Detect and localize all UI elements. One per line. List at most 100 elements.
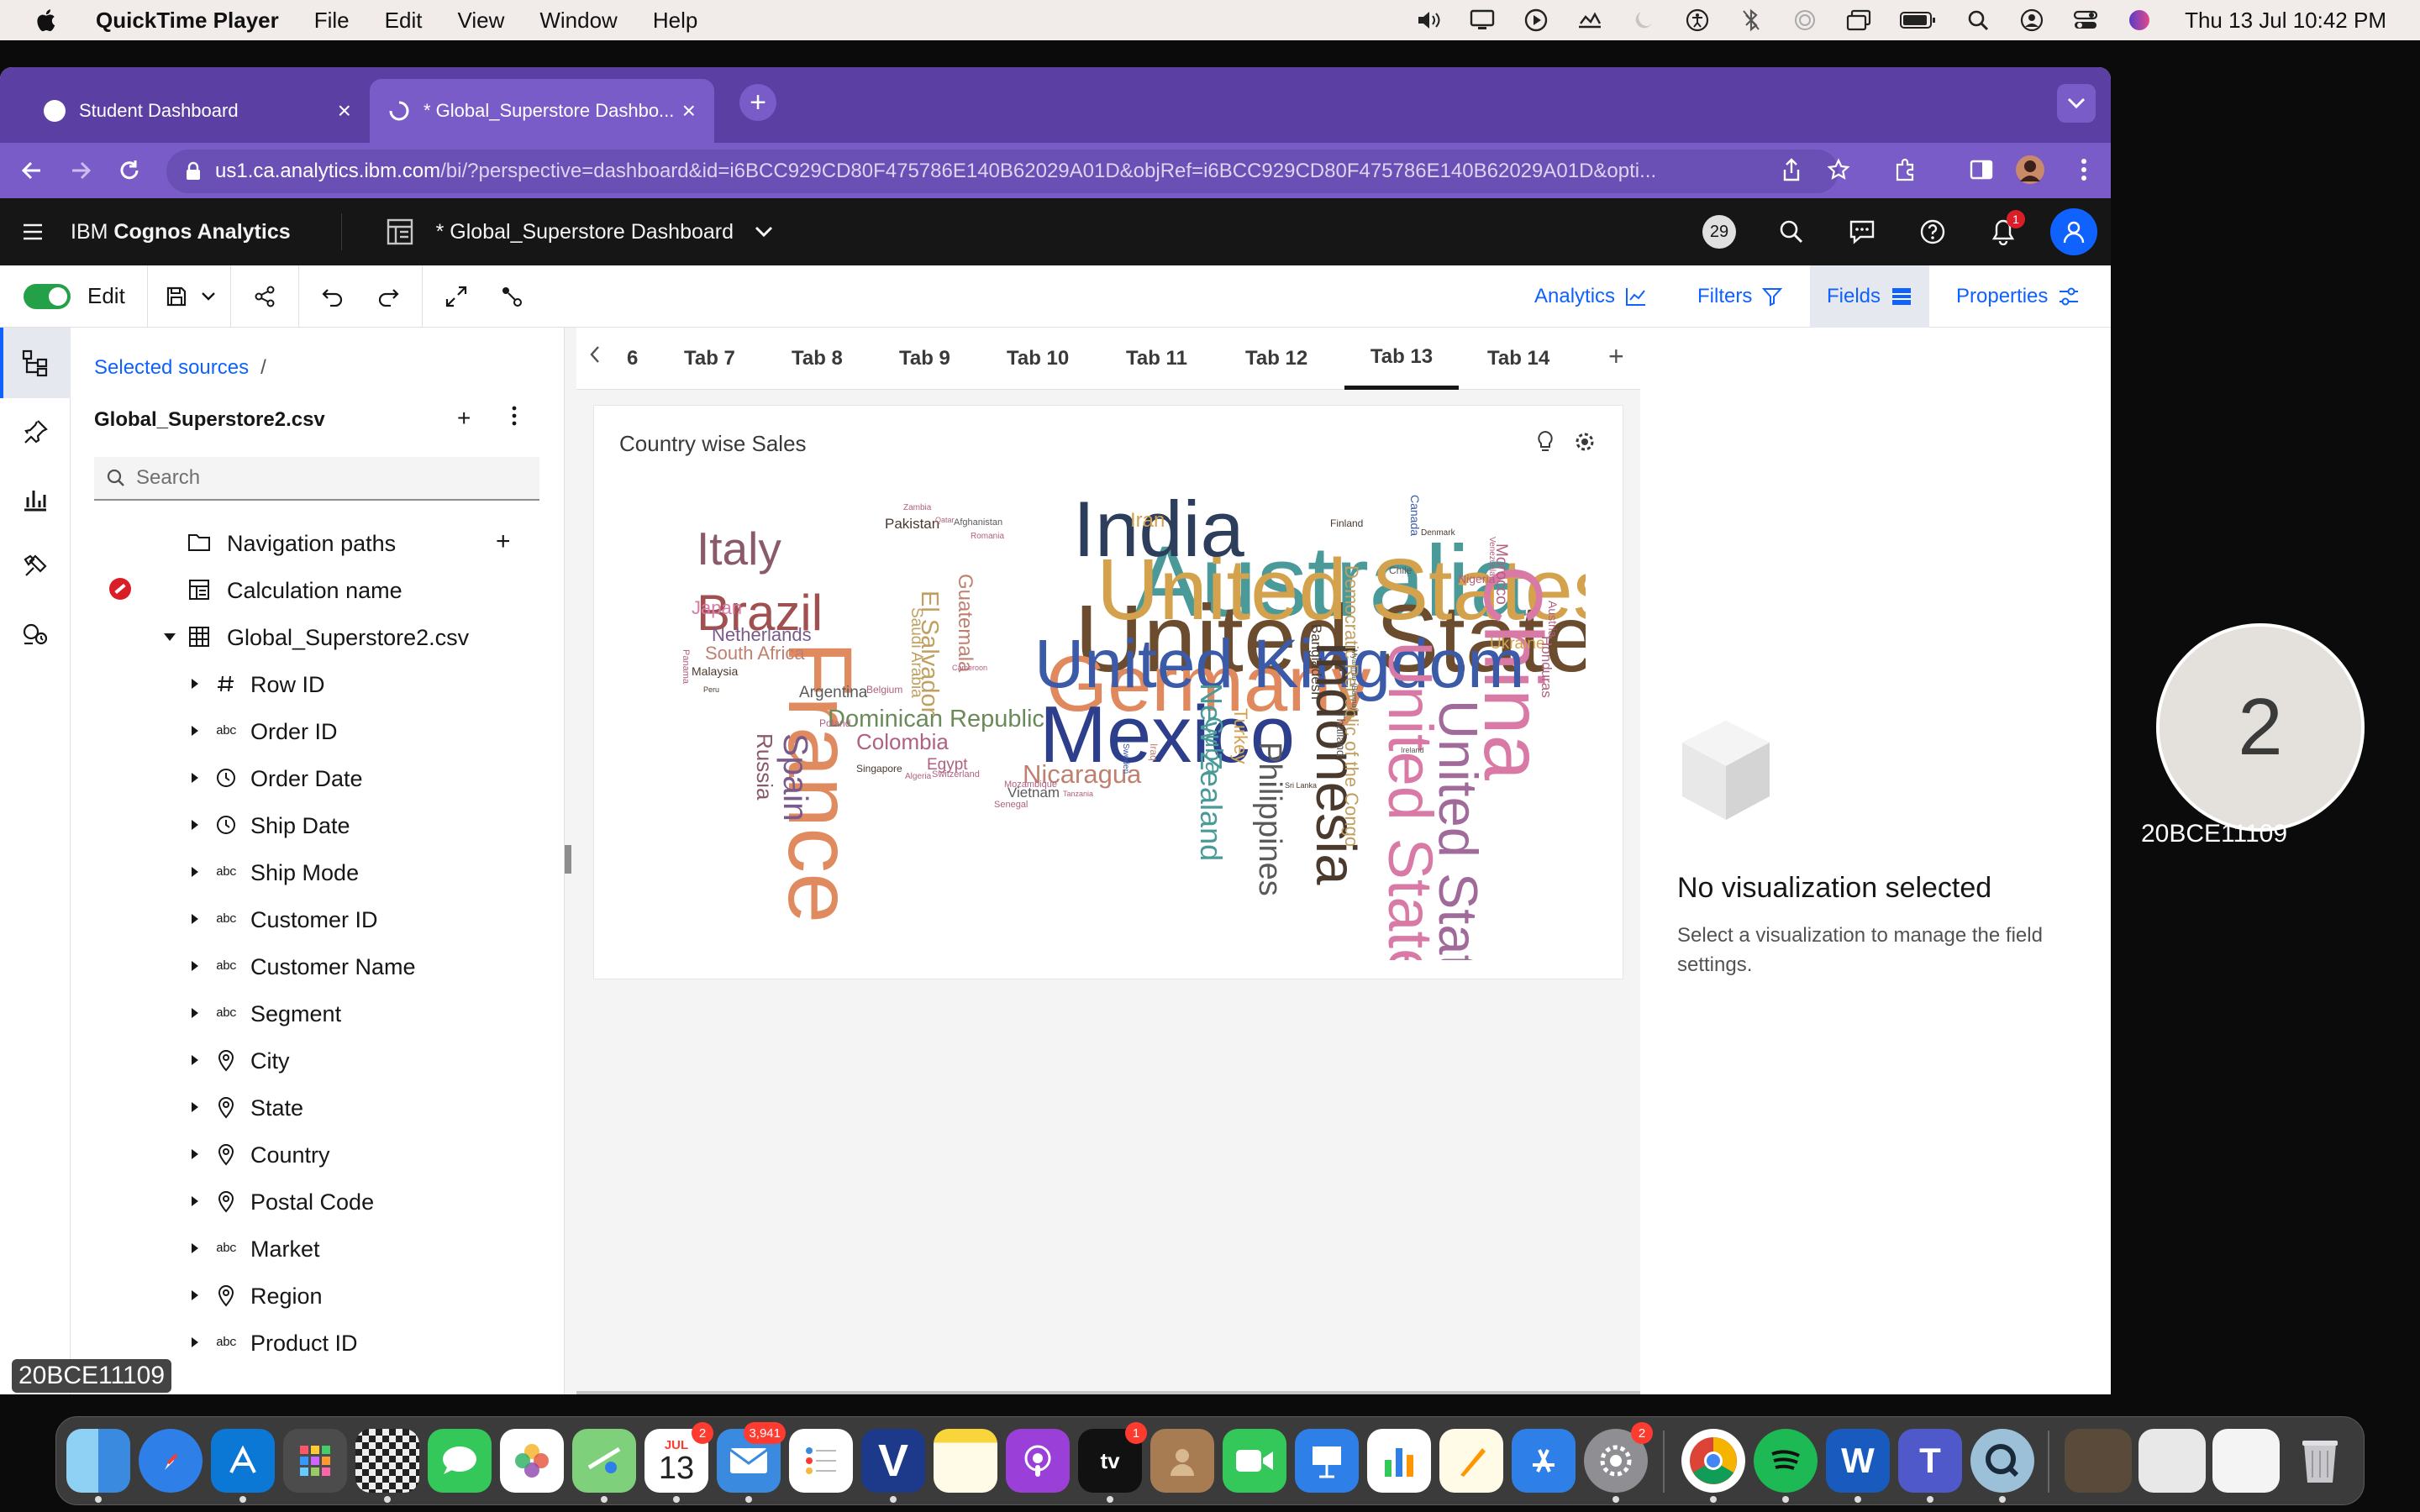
word-spain[interactable]: Spain [776,733,815,822]
caret-right-icon[interactable] [187,675,203,692]
tab-search-button[interactable] [2057,84,2096,123]
word-switzerland[interactable]: Switzerland [932,769,980,780]
accessibility-icon[interactable] [1685,8,1710,33]
teams-icon[interactable]: T [1898,1429,1962,1503]
tree-item-country[interactable]: Country [71,1131,565,1178]
word-senegal[interactable]: Senegal [994,800,1028,810]
caret-right-icon[interactable] [187,911,203,927]
apple-icon[interactable] [34,7,60,34]
word-colombia[interactable]: Colombia [856,729,949,754]
word-philippines[interactable]: Philippines [1252,742,1287,896]
menu-file[interactable]: File [314,8,350,34]
word-sweden[interactable]: Sweden [1121,743,1130,774]
photos-icon[interactable] [500,1429,564,1493]
word-honduras[interactable]: Honduras [1539,636,1555,698]
word-panama[interactable]: Panama [681,649,691,685]
apple-tv-icon[interactable]: tv 1 [1078,1422,1147,1503]
facetime-icon[interactable] [1223,1429,1286,1493]
reload-icon[interactable] [113,154,146,187]
user-account-icon[interactable] [2019,8,2044,33]
tab-9[interactable]: Tab 9 [899,328,950,390]
word-austria[interactable]: Austria [1546,601,1560,638]
redo-icon[interactable] [373,281,403,312]
caret-right-icon[interactable] [187,958,203,974]
word-south-africa[interactable]: South Africa [705,643,805,664]
word-iraq[interactable]: Iraq [1148,743,1160,761]
tree-item-ship-date[interactable]: Ship Date [71,801,565,848]
volume-icon[interactable] [1416,8,1441,33]
word-afghanistan[interactable]: Afghanistan [954,517,1002,528]
tree-item-order-date[interactable]: Order Date [71,754,565,801]
chess-icon[interactable] [355,1429,419,1503]
siri-icon[interactable] [2127,8,2152,33]
word-myanmar-burma-[interactable]: Myanmar (Burma) [1350,649,1359,711]
caret-right-icon[interactable] [187,722,203,739]
word-denmark[interactable]: Denmark [1421,528,1456,538]
chrome-icon[interactable] [1681,1429,1745,1503]
widgets-icon[interactable] [17,548,54,585]
tree-item-row-id[interactable]: Row ID [71,660,565,707]
tree-item-calculation-name[interactable]: Calculation name [71,566,565,613]
tree-item-postal-code[interactable]: Postal Code [71,1178,565,1225]
word-icon[interactable]: W [1826,1429,1890,1503]
notes-icon[interactable] [934,1429,997,1493]
edit-mode-toggle[interactable] [24,283,71,309]
battery-icon[interactable] [1900,8,1937,33]
word-romania[interactable]: Romania [971,532,1004,541]
word-sri-lanka[interactable]: Sri Lanka [1285,781,1317,790]
word-ukraine[interactable]: Ukraine [1490,635,1544,653]
control-center-icon[interactable] [2073,8,2098,33]
tree-item-state[interactable]: State [71,1084,565,1131]
system-settings-icon[interactable]: 2 [1584,1422,1653,1503]
visualization-card[interactable]: Country wise Sales Australia United State… [593,405,1623,979]
keynote-icon[interactable] [1295,1429,1359,1493]
tab-10[interactable]: Tab 10 [1007,328,1069,390]
word-japan[interactable]: Japan [692,597,742,618]
reminders-icon[interactable] [789,1429,853,1493]
caret-down-icon[interactable] [161,628,178,645]
close-tab-icon[interactable]: × [338,97,351,124]
word-russia[interactable]: Russia [752,733,777,801]
tree-item-customer-name[interactable]: abc Customer Name [71,942,565,990]
add-navigation-path-button[interactable]: + [496,528,511,556]
tree-item-city[interactable]: City [71,1037,565,1084]
word-zambia[interactable]: Zambia [903,503,932,512]
word-thailand[interactable]: Thailand [1334,711,1348,757]
word-tanzania[interactable]: Tanzania [1063,790,1093,798]
tab-8[interactable]: Tab 8 [792,328,843,390]
tree-item-customer-id[interactable]: abc Customer ID [71,895,565,942]
word-italy[interactable]: Italy [697,522,781,575]
caret-right-icon[interactable] [187,1287,203,1304]
word-belgium[interactable]: Belgium [866,684,902,696]
word-argentina[interactable]: Argentina [799,684,868,701]
tree-item-region[interactable]: Region [71,1272,565,1319]
horizontal-scrollbar[interactable] [576,1391,1640,1394]
numbers-icon[interactable] [1367,1429,1431,1493]
quicktime-icon[interactable] [1970,1429,2034,1503]
address-bar[interactable]: us1.ca.analytics.ibm.com/bi/?perspective… [166,150,1839,193]
spotlight-icon[interactable] [1965,8,1991,33]
word-algeria[interactable]: Algeria [905,772,932,781]
extensions-icon[interactable] [1889,153,1923,186]
chevron-left-icon[interactable] [588,344,602,365]
tree-item-segment[interactable]: abc Segment [71,990,565,1037]
mail-icon[interactable]: 3,941 [717,1422,786,1503]
analytics-panel-button[interactable]: Analytics [1518,265,1664,328]
word-peru[interactable]: Peru [703,685,719,694]
tree-item-ship-mode[interactable]: abc Ship Mode [71,848,565,895]
word-cameroon[interactable]: Cameroon [952,664,987,672]
share-icon[interactable] [1775,153,1808,186]
word-canada[interactable]: Canada [1408,495,1422,536]
word-iran[interactable]: Iran [1130,509,1165,532]
filters-panel-button[interactable]: Filters [1681,265,1799,328]
moon-icon[interactable] [1631,8,1656,33]
tree-item-navigation-paths[interactable]: Navigation paths + [71,519,565,566]
menu-view[interactable]: View [457,8,504,34]
sidebar-icon[interactable] [1965,153,1998,186]
profile-avatar[interactable] [2013,153,2047,186]
word-bangladesh[interactable]: Bangladesh [1308,624,1324,700]
menu-edit[interactable]: Edit [385,8,423,34]
add-icon[interactable]: + [457,405,471,432]
tree-item-market[interactable]: abc Market [71,1225,565,1272]
word-mozambique[interactable]: Mozambique [1004,780,1057,790]
